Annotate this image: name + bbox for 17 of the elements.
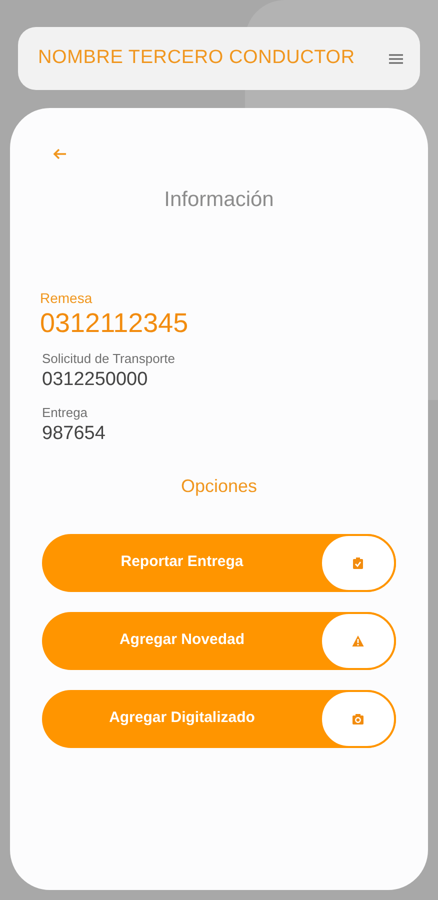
remesa-value: 0312112345 <box>40 306 190 338</box>
field-value: 0312250000 <box>42 368 149 392</box>
remesa-label: Remesa <box>40 288 94 306</box>
back-icon <box>53 148 67 160</box>
page-title: Información <box>164 187 274 213</box>
camera-icon <box>352 712 364 724</box>
warning-icon <box>352 634 364 646</box>
menu-icon <box>389 54 403 64</box>
action-button[interactable]: Reportar Entrega <box>42 534 396 592</box>
field-value: 987654 <box>42 422 106 446</box>
action-button[interactable]: Agregar Digitalizado <box>42 690 396 748</box>
options-title: Opciones <box>180 474 258 498</box>
field-label: Solicitud de Transporte <box>42 350 176 366</box>
clipboard-check-icon <box>352 556 364 568</box>
header-title: NOMBRE TERCERO CONDUCTOR <box>38 46 355 70</box>
field-label: Entrega <box>42 404 89 420</box>
action-button[interactable]: Agregar Novedad <box>42 612 396 670</box>
